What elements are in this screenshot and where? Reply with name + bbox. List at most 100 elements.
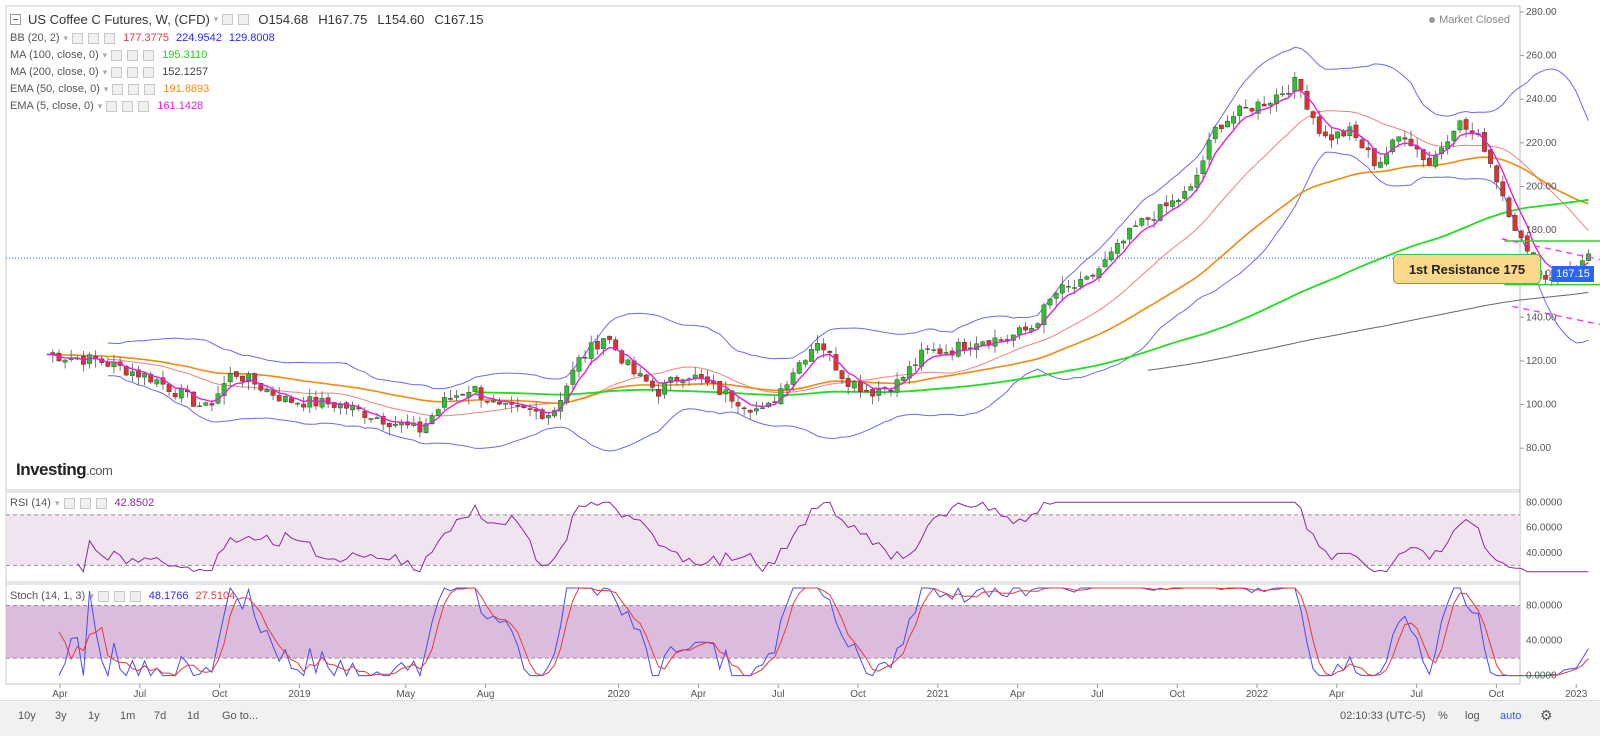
close-icon[interactable] <box>143 66 155 78</box>
chevron-down-icon[interactable]: ▾ <box>214 14 219 25</box>
x-tick-label: 2023 <box>1565 689 1588 700</box>
chevron-down-icon[interactable]: ▾ <box>103 67 108 78</box>
candle-body <box>1170 200 1175 207</box>
eye-icon[interactable] <box>88 32 100 44</box>
chevron-down-icon[interactable]: ▾ <box>103 50 108 61</box>
stoch-band <box>6 605 1520 659</box>
candle-body <box>276 395 282 402</box>
current-price-tag: 167.15 <box>1552 266 1594 282</box>
close-icon[interactable] <box>104 32 116 44</box>
eye-icon[interactable] <box>128 83 140 95</box>
collapse-icon[interactable] <box>10 14 21 25</box>
chevron-down-icon[interactable]: ▾ <box>64 33 69 44</box>
eye-icon[interactable] <box>113 590 125 602</box>
chevron-down-icon[interactable]: ▾ <box>55 498 60 509</box>
range-7d-button[interactable]: 7d <box>154 710 166 722</box>
candle-body <box>864 390 869 392</box>
eye-icon[interactable] <box>127 49 139 61</box>
auto-toggle[interactable]: auto <box>1500 710 1521 722</box>
gear-icon[interactable]: ⚙ <box>1540 707 1553 724</box>
close-icon[interactable] <box>95 497 107 509</box>
settings-icon[interactable] <box>72 32 84 44</box>
x-tick-label: Apr <box>1329 689 1345 700</box>
range-1d-button[interactable]: 1d <box>187 710 199 722</box>
indicator-value: 177.3775 <box>123 32 169 44</box>
settings-icon[interactable] <box>222 14 234 25</box>
candle-body <box>888 390 894 392</box>
range-3y-button[interactable]: 3y <box>55 710 67 722</box>
goto-button[interactable]: Go to... <box>222 710 258 722</box>
percent-toggle[interactable]: % <box>1438 710 1448 722</box>
x-tick-label: Jul <box>1410 689 1423 700</box>
candle-body <box>295 402 300 405</box>
range-1y-button[interactable]: 1y <box>88 710 100 722</box>
chart-area[interactable]: 80.00100.00120.00140.00160.00180.00200.0… <box>0 0 1600 700</box>
candle-body <box>172 393 178 398</box>
y-tick-label: 180.00 <box>1526 225 1557 236</box>
rsi-legend[interactable]: RSI (14) ▾ 42.8502 <box>10 497 154 509</box>
candle-body <box>1329 134 1334 141</box>
candle-body <box>1512 214 1518 231</box>
chevron-down-icon[interactable]: ▾ <box>104 84 109 95</box>
settings-icon[interactable] <box>106 100 118 112</box>
candle-body <box>142 373 147 378</box>
close-icon[interactable] <box>138 100 150 112</box>
settings-icon[interactable] <box>63 497 75 509</box>
candle-body <box>1298 79 1304 91</box>
candle-body <box>656 389 661 397</box>
settings-icon[interactable] <box>97 590 109 602</box>
candle-body <box>1518 231 1524 238</box>
settings-icon[interactable] <box>112 83 124 95</box>
candle-body <box>900 377 906 381</box>
logo-brand: Investing <box>16 460 87 479</box>
settings-icon[interactable] <box>111 49 123 61</box>
eye-icon[interactable] <box>122 100 134 112</box>
candle-body <box>692 374 698 378</box>
candle-body <box>1212 126 1218 140</box>
chart-legend-title: US Coffee C Futures, W, (CFD) ▾ O154.68 … <box>10 12 484 27</box>
candle-body <box>454 395 460 398</box>
candle-body <box>417 421 423 433</box>
candle-body <box>1188 186 1194 191</box>
range-10y-button[interactable]: 10y <box>18 710 36 722</box>
candle-body <box>105 362 111 367</box>
candle-body <box>545 415 551 419</box>
candle-body <box>784 384 790 390</box>
candle-body <box>460 393 466 396</box>
indicator-row-bb[interactable]: BB (20, 2) ▾ 177.3775 224.9542 129.8008 <box>10 32 275 44</box>
candle-body <box>1108 251 1114 261</box>
log-toggle[interactable]: log <box>1465 710 1480 722</box>
candle-body <box>802 360 808 365</box>
settings-icon[interactable] <box>111 66 123 78</box>
y-tick-label: 200.00 <box>1526 181 1557 192</box>
close-icon[interactable] <box>129 590 141 602</box>
chevron-down-icon[interactable]: ▾ <box>98 101 103 112</box>
candle-body <box>374 417 380 420</box>
close-icon[interactable] <box>144 83 156 95</box>
candle-body <box>637 372 643 376</box>
close-icon[interactable] <box>143 49 155 61</box>
candle-body <box>821 343 827 351</box>
candle-body <box>472 385 478 392</box>
x-tick-label: Apr <box>1010 689 1026 700</box>
indicator-row-ema5[interactable]: EMA (5, close, 0) ▾ 161.1428 <box>10 100 203 112</box>
indicator-label: MA (100, close, 0) <box>10 49 99 61</box>
range-1m-button[interactable]: 1m <box>120 710 135 722</box>
x-tick-label: 2021 <box>927 689 950 700</box>
chevron-down-icon[interactable]: ▾ <box>89 591 94 602</box>
candle-body <box>1176 199 1181 203</box>
candle-body <box>760 407 765 409</box>
indicator-row-ma200[interactable]: MA (200, close, 0) ▾ 152.1257 <box>10 66 208 78</box>
eye-icon[interactable] <box>127 66 139 78</box>
eye-icon[interactable] <box>238 14 250 25</box>
resistance-annotation[interactable]: 1st Resistance 175 <box>1393 254 1541 284</box>
candle-body <box>478 387 484 400</box>
indicator-row-ema50[interactable]: EMA (50, close, 0) ▾ 191.8893 <box>10 83 209 95</box>
candle-body <box>527 408 533 410</box>
candle-body <box>484 401 490 403</box>
candle-body <box>735 402 741 407</box>
candle-body <box>1316 116 1322 134</box>
indicator-row-ma100[interactable]: MA (100, close, 0) ▾ 195.3110 <box>10 49 207 61</box>
eye-icon[interactable] <box>79 497 91 509</box>
stoch-legend[interactable]: Stoch (14, 1, 3) ▾ 48.1766 27.5104 <box>10 590 235 602</box>
